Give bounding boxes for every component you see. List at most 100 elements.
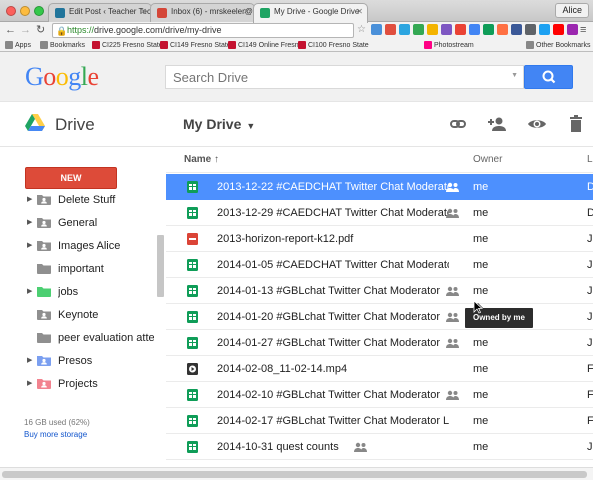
- sidebar-folder[interactable]: important: [0, 258, 158, 281]
- link-icon[interactable]: [448, 114, 468, 134]
- file-last-modified: J: [587, 311, 593, 323]
- google-sheets-icon: [187, 207, 198, 219]
- google-logo-letter: l: [80, 62, 88, 91]
- horizontal-scrollbar[interactable]: [0, 467, 593, 480]
- trash-icon[interactable]: [566, 114, 586, 134]
- sidebar-folder[interactable]: peer evaluation attempt: [0, 327, 158, 350]
- file-row[interactable]: 2014-02-10 #GBLchat Twitter Chat Moderat…: [166, 382, 593, 408]
- extension-icon[interactable]: [455, 24, 466, 35]
- google-logo-letter: o: [55, 62, 69, 91]
- file-name: 2014-02-08_11-02-14.mp4: [217, 363, 348, 375]
- file-row[interactable]: 2013-horizon-report-k12.pdf me J: [166, 226, 593, 252]
- storage-used-text: 16 GB used (62%): [24, 418, 90, 427]
- expand-arrow-icon[interactable]: ▶: [27, 287, 32, 295]
- sidebar-scrollbar[interactable]: [157, 235, 164, 297]
- expand-arrow-icon[interactable]: ▶: [27, 356, 32, 364]
- search-input[interactable]: [166, 66, 496, 88]
- add-person-icon[interactable]: [487, 114, 507, 134]
- expand-arrow-icon[interactable]: ▶: [27, 195, 32, 203]
- window-minimize-button[interactable]: [20, 6, 30, 16]
- file-name: 2014-01-20 #GBLchat Twitter Chat Moderat…: [217, 311, 440, 323]
- last-modified-column-header[interactable]: L: [587, 154, 593, 165]
- buy-more-storage-link[interactable]: Buy more storage: [24, 429, 90, 441]
- bookmark-item[interactable]: Photostream: [424, 41, 474, 50]
- extension-icon[interactable]: [539, 24, 550, 35]
- sidebar-folder[interactable]: ▶ Presos: [0, 350, 158, 373]
- sidebar-folder[interactable]: ▶ Delete Stuff: [0, 189, 158, 212]
- file-row[interactable]: 2014-01-05 #CAEDCHAT Twitter Chat Modera…: [166, 252, 593, 278]
- reload-icon[interactable]: ↻: [36, 24, 45, 36]
- expand-arrow-icon[interactable]: ▶: [27, 241, 32, 249]
- preview-eye-icon[interactable]: [527, 114, 547, 134]
- file-row[interactable]: 2014-10-31 quest counts me J: [166, 434, 593, 460]
- folder-label: peer evaluation attempt: [58, 332, 154, 344]
- sidebar-folder[interactable]: ▶ Projects: [0, 373, 158, 396]
- file-name: 2014-01-27 #GBLchat Twitter Chat Moderat…: [217, 337, 440, 349]
- window-zoom-button[interactable]: [34, 6, 44, 16]
- google-logo-letter: o: [43, 62, 56, 91]
- file-row[interactable]: 2014-01-13 #GBLchat Twitter Chat Moderat…: [166, 278, 593, 304]
- file-row[interactable]: 2014-01-27 #GBLchat Twitter Chat Moderat…: [166, 330, 593, 356]
- extension-icon[interactable]: [371, 24, 382, 35]
- address-bar[interactable]: 🔒 https://drive.google.com/drive/my-drive: [52, 23, 354, 38]
- chrome-menu-icon[interactable]: ≡: [580, 24, 586, 36]
- sidebar-folder[interactable]: Keynote: [0, 304, 158, 327]
- extension-icon[interactable]: [525, 24, 536, 35]
- extension-icon[interactable]: [511, 24, 522, 35]
- extension-icon[interactable]: [553, 24, 564, 35]
- owner-column-header[interactable]: Owner: [473, 154, 502, 165]
- forward-arrow-icon[interactable]: →: [20, 24, 31, 36]
- extension-icon[interactable]: [567, 24, 578, 35]
- extension-icon[interactable]: [413, 24, 424, 35]
- folder-label: Keynote: [58, 309, 99, 321]
- pdf-file-icon: [187, 233, 198, 245]
- extension-icon[interactable]: [483, 24, 494, 35]
- close-tab-icon[interactable]: ✕: [243, 7, 250, 16]
- browser-tab[interactable]: Inbox (6) - mrskeeler@gm ✕: [150, 3, 255, 22]
- extension-icon[interactable]: [427, 24, 438, 35]
- extension-icon[interactable]: [399, 24, 410, 35]
- search-options-dropdown-icon[interactable]: ▼: [511, 72, 518, 79]
- bookmark-item[interactable]: CI149 Online Fresno: [228, 41, 303, 50]
- extension-icon[interactable]: [441, 24, 452, 35]
- bookmark-star-icon[interactable]: ☆: [357, 24, 366, 36]
- browser-tab[interactable]: Edit Post ‹ Teacher Tech ✕: [48, 3, 152, 22]
- new-button[interactable]: NEW: [25, 167, 117, 189]
- bookmark-item[interactable]: Other Bookmarks: [526, 41, 590, 50]
- extension-icon[interactable]: [385, 24, 396, 35]
- bookmark-item[interactable]: Apps: [5, 41, 31, 50]
- sidebar-folder[interactable]: ▶ General: [0, 212, 158, 235]
- file-name: 2013-12-29 #CAEDCHAT Twitter Chat Modera…: [217, 207, 449, 219]
- bookmark-item[interactable]: CI100 Fresno State: [298, 41, 369, 50]
- horizontal-scroll-thumb[interactable]: [2, 471, 587, 478]
- file-row[interactable]: 2013-12-29 #CAEDCHAT Twitter Chat Modera…: [166, 200, 593, 226]
- extension-icon[interactable]: [497, 24, 508, 35]
- fresno-state-icon: [228, 41, 236, 49]
- bookmark-item[interactable]: CI225 Fresno State: [92, 41, 163, 50]
- file-last-modified: J: [587, 285, 593, 297]
- bookmark-item[interactable]: Bookmarks: [40, 41, 85, 50]
- folder-label: Presos: [58, 355, 93, 367]
- google-logo[interactable]: Google: [25, 62, 99, 92]
- close-tab-icon[interactable]: ✕: [140, 7, 147, 16]
- window-close-button[interactable]: [6, 6, 16, 16]
- file-row[interactable]: 2014-02-08_11-02-14.mp4 me F: [166, 356, 593, 382]
- extension-icon[interactable]: [469, 24, 480, 35]
- file-owner: me: [473, 363, 489, 375]
- browser-tab[interactable]: My Drive - Google Drive ✕: [253, 3, 368, 23]
- profile-button[interactable]: Alice: [555, 3, 589, 18]
- file-row[interactable]: 2014-02-17 #GBLchat Twitter Chat Moderat…: [166, 408, 593, 434]
- sort-by-name-header[interactable]: Name ↑: [184, 154, 219, 165]
- drive-app-title[interactable]: Drive: [55, 115, 95, 135]
- my-drive-menu[interactable]: My Drive ▼: [183, 116, 255, 132]
- expand-arrow-icon[interactable]: ▶: [27, 379, 32, 387]
- close-tab-icon[interactable]: ✕: [356, 7, 363, 16]
- file-row[interactable]: 2013-12-22 #CAEDCHAT Twitter Chat Modera…: [166, 174, 593, 200]
- sidebar-folder[interactable]: ▶ Images Alice: [0, 235, 158, 258]
- file-owner: me: [473, 259, 489, 271]
- sidebar-folder[interactable]: ▶ jobs: [0, 281, 158, 304]
- bookmark-item[interactable]: CI149 Fresno State: [160, 41, 231, 50]
- search-button[interactable]: [524, 65, 573, 89]
- expand-arrow-icon[interactable]: ▶: [27, 218, 32, 226]
- back-arrow-icon[interactable]: ←: [5, 24, 16, 36]
